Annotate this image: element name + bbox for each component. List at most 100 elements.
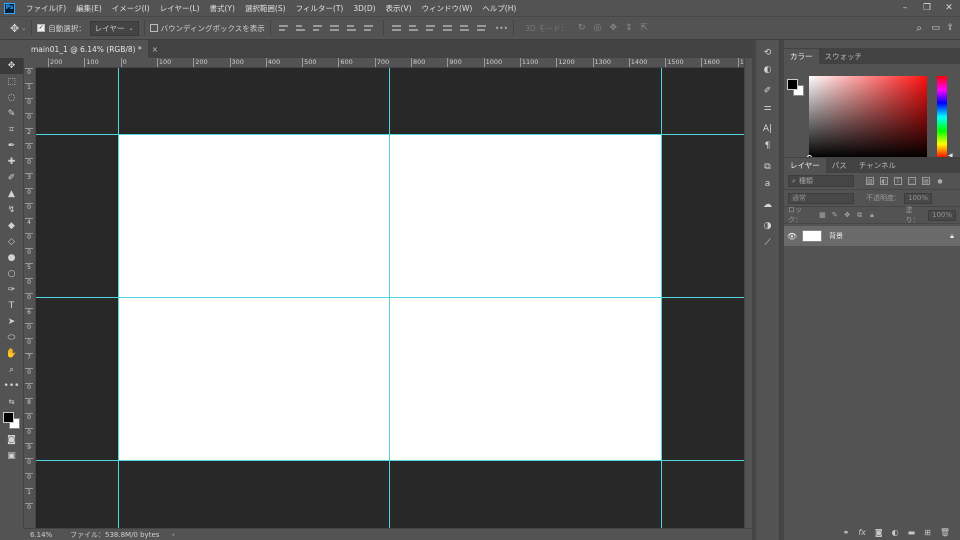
character-panel-icon[interactable]: A| (756, 120, 779, 137)
search-icon[interactable]: ⌕ (916, 23, 922, 34)
history-brush-tool-icon[interactable]: ↯ (0, 202, 23, 218)
distribute-hcenter-icon[interactable] (459, 23, 471, 33)
zoom-tool-icon[interactable]: ⌕ (0, 362, 23, 378)
eye-icon[interactable]: 👁︎ (784, 232, 800, 241)
adjustment-layer-icon[interactable]: ◐ (892, 528, 899, 537)
lock-all-icon[interactable]: 🔒︎ (868, 211, 875, 219)
libraries-panel-icon[interactable]: ☁ (756, 196, 779, 213)
menu-type[interactable]: 書式(Y) (205, 3, 240, 14)
opacity-input[interactable]: 100% (904, 192, 932, 204)
color-picker-field[interactable] (809, 76, 927, 158)
filter-smart-object-icon[interactable]: ▤ (922, 177, 930, 185)
filter-shape-icon[interactable]: ⬚ (908, 177, 916, 185)
layer-filter-dropdown[interactable]: ⌕ 種類 (788, 175, 854, 187)
close-tab-icon[interactable]: × (152, 45, 158, 54)
quick-mask-icon[interactable]: ◙ (0, 432, 23, 448)
distribute-left-icon[interactable] (442, 23, 454, 33)
menu-image[interactable]: イメージ(I) (107, 3, 155, 14)
tab-channels[interactable]: チャンネル (853, 158, 902, 173)
restore-button[interactable]: ❐ (916, 0, 938, 16)
zoom-level[interactable]: 6.14% (24, 531, 54, 539)
history-panel-icon[interactable]: ⟲ (756, 44, 779, 61)
menu-view[interactable]: 表示(V) (381, 3, 417, 14)
tab-color[interactable]: カラー (784, 49, 819, 64)
brush-tool-icon[interactable]: ✐ (0, 170, 23, 186)
type-tool-icon[interactable]: T (0, 298, 23, 314)
chevron-down-icon[interactable]: ⌄ (21, 25, 26, 32)
guide-vertical[interactable] (661, 68, 662, 528)
guide-horizontal[interactable] (36, 460, 744, 461)
horizontal-ruler[interactable]: 200 100 0 100 200 300 400 500 600 700 800 900 1000 11… (36, 58, 744, 68)
marquee-tool-icon[interactable]: ⬚ (0, 74, 23, 90)
vertical-ruler[interactable]: 0 1 0 0 2 0 0 3 0 0 4 0 0 5 0 0 6 0 0 7 0 0 8 0 0 9 0 0 1 0 (24, 68, 36, 528)
fill-input[interactable]: 100% (928, 209, 957, 221)
menu-file[interactable]: ファイル(F) (21, 3, 71, 14)
foreground-color-swatch[interactable] (3, 412, 14, 423)
status-menu-arrow[interactable]: › (164, 531, 175, 539)
move-tool-icon[interactable]: ✥ (0, 58, 23, 74)
filter-pixel-icon[interactable]: ▨ (866, 177, 874, 185)
new-group-icon[interactable]: ▬ (908, 528, 916, 537)
tab-paths[interactable]: パス (826, 158, 853, 173)
quick-select-tool-icon[interactable]: ✎ (0, 106, 23, 122)
minimize-button[interactable]: – (894, 0, 916, 16)
adjustments-panel-icon[interactable]: ◐ (756, 61, 779, 78)
paragraph-panel-icon[interactable]: ¶ (756, 137, 779, 154)
menu-edit[interactable]: 編集(E) (71, 3, 107, 14)
auto-select-target-dropdown[interactable]: レイヤー ⌄ (89, 20, 139, 36)
healing-brush-tool-icon[interactable]: ✚ (0, 154, 23, 170)
new-layer-icon[interactable]: ⊞ (924, 528, 931, 537)
screen-mode-icon[interactable]: ▣ (0, 448, 23, 464)
eraser-tool-icon[interactable]: ◆ (0, 218, 23, 234)
3d-pan-icon[interactable]: ✥ (609, 23, 617, 33)
ellipse-tool-icon[interactable]: ⬭ (0, 330, 23, 346)
distribute-top-icon[interactable] (391, 23, 403, 33)
brush-settings-panel-icon[interactable]: ⚌ (756, 99, 779, 116)
menu-window[interactable]: ウィンドウ(W) (417, 3, 478, 14)
3d-scale-icon[interactable]: ⇱ (641, 23, 649, 33)
distribute-right-icon[interactable] (476, 23, 488, 33)
swap-colors-icon[interactable]: ⇆ (0, 394, 23, 410)
add-mask-icon[interactable]: ◙ (875, 528, 883, 537)
guide-vertical[interactable] (389, 68, 390, 528)
blur-tool-icon[interactable]: ● (0, 250, 23, 266)
move-tool-icon[interactable]: ✥ (10, 22, 19, 35)
foreground-color-swatch[interactable] (787, 79, 798, 90)
tab-swatches[interactable]: スウォッチ (819, 49, 869, 64)
3d-slide-icon[interactable]: ⇕ (625, 23, 633, 33)
layer-style-icon[interactable]: fx (858, 528, 866, 537)
share-icon[interactable]: ⇪ (946, 23, 954, 33)
canvas-area[interactable] (36, 68, 744, 528)
glyphs-panel-icon[interactable]: ⧉ (756, 158, 779, 175)
document-tab[interactable]: main01_1 @ 6.14% (RGB/8) * × (24, 40, 158, 58)
3d-roll-icon[interactable]: ◎ (594, 23, 602, 33)
lock-image-icon[interactable]: ✎ (831, 211, 838, 219)
filter-type-icon[interactable]: T (894, 177, 902, 185)
distribute-bottom-icon[interactable] (425, 23, 437, 33)
color-swatches[interactable] (0, 410, 23, 432)
delete-layer-icon[interactable]: 🗑︎ (940, 528, 950, 537)
filter-toggle-icon[interactable]: ● (936, 177, 944, 185)
menu-select[interactable]: 選択範囲(S) (240, 3, 291, 14)
lock-transparent-icon[interactable]: ▦ (819, 211, 826, 219)
eyedropper-tool-icon[interactable]: ✒ (0, 138, 23, 154)
align-vcenter-icon[interactable] (295, 23, 307, 33)
menu-filter[interactable]: フィルター(T) (291, 3, 349, 14)
3d-orbit-icon[interactable]: ↻ (578, 23, 586, 33)
distribute-vcenter-icon[interactable] (408, 23, 420, 33)
filter-adjustment-icon[interactable]: ◐ (880, 177, 888, 185)
more-tools-icon[interactable]: ••• (0, 378, 23, 394)
bounding-box-checkbox[interactable]: バウンディングボックスを表示 (149, 23, 265, 34)
align-top-icon[interactable] (278, 23, 290, 33)
brush-panel-icon[interactable]: ✐ (756, 82, 779, 99)
close-button[interactable]: ✕ (938, 0, 960, 16)
menu-help[interactable]: ヘルプ(H) (477, 3, 521, 14)
workspace-icon[interactable]: ▭ (931, 23, 940, 33)
guide-horizontal[interactable] (36, 134, 744, 135)
align-hcenter-icon[interactable] (346, 23, 358, 33)
guide-horizontal[interactable] (36, 297, 744, 298)
paint-bucket-tool-icon[interactable]: ◇ (0, 234, 23, 250)
align-bottom-icon[interactable] (312, 23, 324, 33)
hand-tool-icon[interactable]: ✋ (0, 346, 23, 362)
properties-panel-icon[interactable]: ◑ (756, 217, 779, 234)
